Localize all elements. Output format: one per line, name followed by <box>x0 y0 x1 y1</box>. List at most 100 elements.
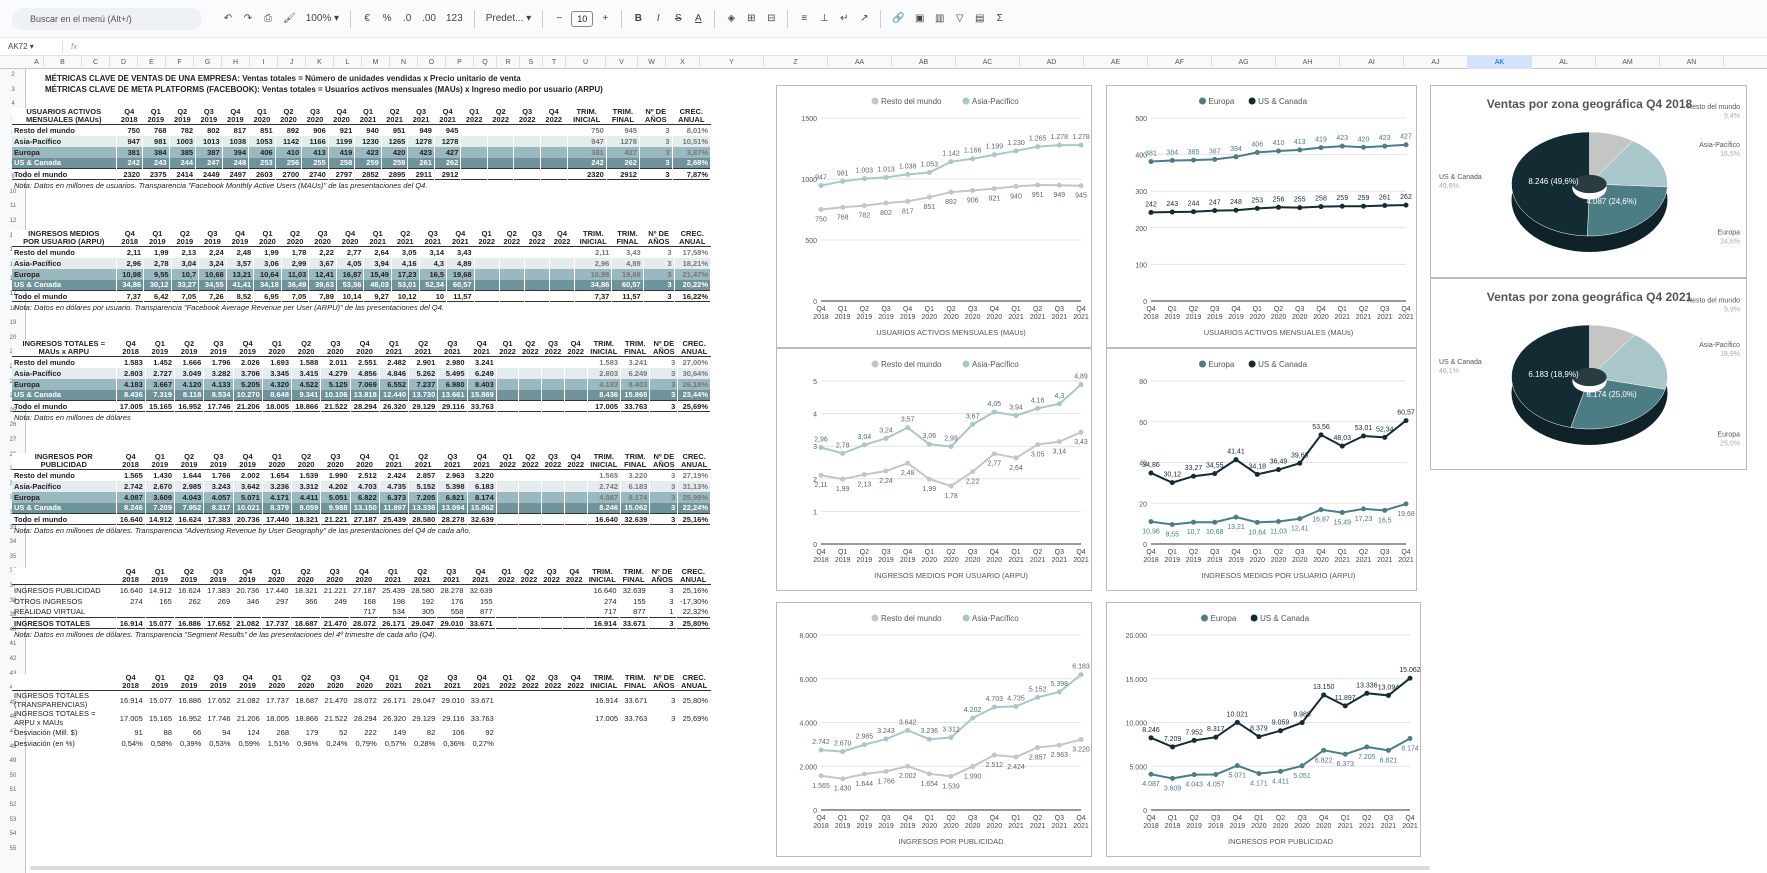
table-cell[interactable] <box>518 513 543 525</box>
table-cell[interactable]: US & Canada <box>12 157 117 169</box>
table-cell[interactable]: 10,7 <box>171 268 200 280</box>
table-cell[interactable]: 243 <box>142 157 170 169</box>
chart-maus-resto-asia[interactable]: Resto del mundo Asia-Pacífico 0 500 1000 1500… <box>776 85 1092 348</box>
table-cell[interactable]: 877 <box>619 606 649 618</box>
table-cell[interactable]: 17.440 <box>262 513 293 525</box>
table-cell[interactable] <box>518 709 543 727</box>
table-cell[interactable]: 4.522 <box>291 378 322 390</box>
table-cell[interactable] <box>649 727 679 738</box>
table-cell[interactable]: 30,64% <box>677 367 711 379</box>
table-cell[interactable] <box>564 356 588 368</box>
table-cell[interactable]: 4,89 <box>611 257 644 269</box>
table-cell[interactable]: 2414 <box>169 168 197 180</box>
table-cell[interactable]: 242 <box>567 157 607 169</box>
table-cell[interactable]: 2.551 <box>350 356 380 368</box>
table-cell[interactable] <box>541 480 565 492</box>
table-cell[interactable]: 423 <box>407 146 435 158</box>
table-cell[interactable]: 4,3 <box>419 257 448 269</box>
table-cell[interactable] <box>541 709 565 727</box>
table-cell[interactable] <box>290 606 321 618</box>
table-cell[interactable] <box>620 727 651 738</box>
table-cell[interactable]: INGRESOS PUBLICIDAD <box>12 584 117 596</box>
table-cell[interactable]: 1278 <box>434 135 462 147</box>
insert-chart-icon[interactable]: ▥ <box>932 9 948 29</box>
table-cell[interactable] <box>496 727 520 738</box>
table-cell[interactable]: 2,64 <box>363 246 392 258</box>
table-cell[interactable]: 750 <box>116 124 144 136</box>
table-cell[interactable]: 5.125 <box>320 378 351 390</box>
table-cell[interactable]: 2.803 <box>587 367 622 379</box>
table-cell[interactable]: 16,22% <box>674 290 712 302</box>
table-cell[interactable] <box>564 389 588 401</box>
table-cell[interactable]: INGRESOS TOTALES <box>12 617 117 629</box>
table-cell[interactable] <box>474 279 500 291</box>
table-cell[interactable]: -17,30% <box>676 595 711 607</box>
table-cell[interactable] <box>517 584 541 596</box>
table-cell[interactable] <box>517 606 541 618</box>
decrease-decimal-button[interactable]: .0 <box>399 9 415 29</box>
table-cell[interactable]: 13,21 <box>226 268 255 280</box>
table-cell[interactable]: 242 <box>116 157 144 169</box>
table-cell[interactable] <box>564 400 588 412</box>
table-cell[interactable]: INGRESOS TOTALES = ARPU x MAUs <box>12 709 117 727</box>
table-cell[interactable]: 1,51% <box>262 738 293 749</box>
table-cell[interactable]: 3.220 <box>467 469 497 481</box>
column-header[interactable]: L <box>334 56 362 69</box>
table-cell[interactable]: 28.072 <box>350 690 380 709</box>
table-cell[interactable]: 3.241 <box>620 356 651 368</box>
table-cell[interactable]: 22,24% <box>677 502 711 514</box>
table-cell[interactable]: 2,11 <box>116 246 145 258</box>
name-box[interactable]: AK72 ▾ <box>0 42 62 51</box>
table-cell[interactable]: 16.952 <box>174 400 205 412</box>
table-cell[interactable]: 0,96% <box>291 738 322 749</box>
table-cell[interactable]: 1.565 <box>116 469 146 481</box>
table-cell[interactable]: 10,12 <box>391 290 420 302</box>
table-cell[interactable]: 18.866 <box>291 709 322 727</box>
table-cell[interactable]: 10 <box>419 290 448 302</box>
table-cell[interactable]: 11.897 <box>379 502 410 514</box>
table-cell[interactable]: 4.171 <box>262 491 293 503</box>
strikethrough-icon[interactable]: S <box>670 9 686 29</box>
chart-ads-europa-us[interactable]: Europa US & Canada 0 5.000 10.000 15.000 20.00… <box>1106 602 1421 857</box>
table-cell[interactable]: 7,37 <box>116 290 145 302</box>
font-size-decrease-button[interactable]: − <box>551 9 567 29</box>
table-cell[interactable]: 3 <box>649 690 679 709</box>
table-cell[interactable]: 255 <box>301 157 329 169</box>
table-cell[interactable]: 305 <box>407 606 438 618</box>
table-cell[interactable]: 3,05 <box>391 246 420 258</box>
table-cell[interactable]: 9,55 <box>143 268 172 280</box>
table-cell[interactable] <box>564 469 588 481</box>
table-cell[interactable]: 7.069 <box>350 378 380 390</box>
table-cell[interactable]: 28.580 <box>407 584 438 596</box>
column-header[interactable]: F <box>166 56 194 69</box>
table-cell[interactable]: 16.886 <box>174 690 205 709</box>
table-cell[interactable]: Desviación (en %) <box>12 738 117 749</box>
table-cell[interactable]: 21.082 <box>233 690 263 709</box>
table-cell[interactable] <box>587 738 622 749</box>
table-cell[interactable]: 17,58% <box>674 246 712 258</box>
column-header[interactable]: AD <box>1020 56 1084 69</box>
table-cell[interactable]: 6,95 <box>253 290 282 302</box>
table-cell[interactable]: 0,36% <box>437 738 468 749</box>
column-header[interactable]: Y <box>700 56 764 69</box>
table-cell[interactable] <box>261 606 292 618</box>
table-cell[interactable] <box>541 738 565 749</box>
table-cell[interactable]: 18.687 <box>291 690 322 709</box>
table-cell[interactable]: 18,21% <box>674 257 712 269</box>
table-cell[interactable]: 768 <box>142 124 170 136</box>
bold-icon[interactable]: B <box>630 9 646 29</box>
table-cell[interactable]: 9.059 <box>291 502 322 514</box>
column-header[interactable]: D <box>110 56 138 69</box>
table-cell[interactable]: 274 <box>116 595 146 607</box>
table-cell[interactable] <box>649 738 679 749</box>
table-cell[interactable]: 259 <box>354 157 382 169</box>
table-cell[interactable]: 28.278 <box>436 584 467 596</box>
table-cell[interactable]: 155 <box>619 595 649 607</box>
table-cell[interactable]: 2.742 <box>587 480 622 492</box>
table-cell[interactable]: 12.440 <box>379 389 410 401</box>
table-cell[interactable]: 3 <box>649 367 679 379</box>
table-cell[interactable]: 427 <box>434 146 462 158</box>
table-cell[interactable] <box>540 146 568 158</box>
row-header[interactable]: 4 <box>0 101 26 107</box>
table-cell[interactable]: 3 <box>649 378 679 390</box>
